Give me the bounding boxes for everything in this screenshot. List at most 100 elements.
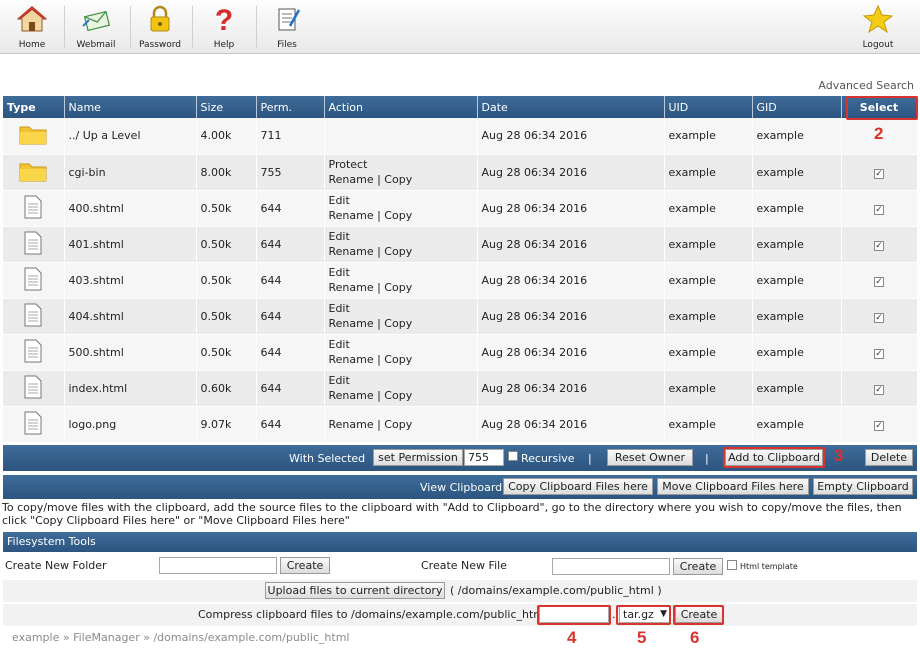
- select-checkbox[interactable]: ✓: [874, 420, 884, 431]
- header-perm[interactable]: Perm.: [256, 96, 325, 118]
- date-cell: Aug 28 06:34 2016: [477, 118, 665, 155]
- select-cell: ✓: [841, 190, 918, 227]
- action-rename-copy-link[interactable]: Rename | Copy: [329, 389, 413, 402]
- folder-icon[interactable]: [18, 126, 48, 149]
- select-checkbox[interactable]: ✓: [874, 204, 884, 215]
- select-checkbox[interactable]: ✓: [874, 312, 884, 323]
- date-cell: Aug 28 06:34 2016: [477, 226, 665, 263]
- clipboard-help-text: To copy/move files with the clipboard, a…: [2, 501, 902, 527]
- perm-link[interactable]: 644: [261, 418, 282, 431]
- action-rename-copy-link[interactable]: Rename | Copy: [329, 353, 413, 366]
- file-name-link[interactable]: 401.shtml: [69, 238, 124, 251]
- toolbar-help[interactable]: ? Help: [198, 0, 250, 54]
- file-name-link[interactable]: 403.shtml: [69, 274, 124, 287]
- file-icon[interactable]: [23, 195, 43, 222]
- header-gid[interactable]: GID: [752, 96, 842, 118]
- file-icon[interactable]: [23, 411, 43, 438]
- file-icon[interactable]: [23, 267, 43, 294]
- move-clipboard-files-button[interactable]: Move Clipboard Files here: [657, 478, 809, 495]
- perm-link[interactable]: 755: [261, 166, 282, 179]
- action-primary-link[interactable]: Protect: [329, 158, 368, 171]
- action-primary-link[interactable]: Edit: [329, 230, 350, 243]
- select-checkbox[interactable]: ✓: [874, 168, 884, 179]
- perm-link[interactable]: 644: [261, 202, 282, 215]
- action-rename-copy-link[interactable]: Rename | Copy: [329, 209, 413, 222]
- perm-link[interactable]: 644: [261, 274, 282, 287]
- star-icon: [862, 4, 894, 34]
- file-icon[interactable]: [23, 339, 43, 366]
- create-folder-input[interactable]: [159, 557, 277, 574]
- action-cell: Rename | Copy: [324, 406, 478, 443]
- file-icon[interactable]: [23, 231, 43, 258]
- select-checkbox[interactable]: ✓: [874, 384, 884, 395]
- table-header-row: Type Name Size Perm. Action Date UID GID…: [3, 96, 918, 118]
- toolbar-home[interactable]: Home: [8, 0, 56, 54]
- action-primary-link[interactable]: Edit: [329, 302, 350, 315]
- select-checkbox[interactable]: ✓: [874, 348, 884, 359]
- perm-cell: 644: [256, 370, 325, 407]
- file-name-link[interactable]: 400.shtml: [69, 202, 124, 215]
- toolbar-logout[interactable]: Logout: [850, 0, 906, 54]
- file-name-link[interactable]: ../ Up a Level: [69, 129, 141, 142]
- toolbar-webmail[interactable]: Webmail: [70, 0, 122, 54]
- create-row: Create New Folder Create Create New File…: [3, 554, 917, 578]
- perm-link[interactable]: 644: [261, 310, 282, 323]
- copy-clipboard-files-button[interactable]: Copy Clipboard Files here: [503, 478, 653, 495]
- file-name-link[interactable]: index.html: [69, 382, 128, 395]
- perm-link[interactable]: 644: [261, 238, 282, 251]
- html-template-checkbox[interactable]: [727, 560, 737, 570]
- type-cell: [3, 370, 65, 407]
- header-type[interactable]: Type: [3, 96, 65, 118]
- file-icon[interactable]: [23, 303, 43, 330]
- header-uid[interactable]: UID: [664, 96, 753, 118]
- file-name-link[interactable]: 500.shtml: [69, 346, 124, 359]
- folder-icon[interactable]: [18, 163, 48, 186]
- filesystem-tools-header: Filesystem Tools: [3, 532, 917, 552]
- reset-owner-button[interactable]: Reset Owner: [607, 449, 693, 466]
- breadcrumb-item[interactable]: example: [12, 631, 59, 644]
- select-checkbox[interactable]: ✓: [874, 276, 884, 287]
- action-primary-link[interactable]: Edit: [329, 374, 350, 387]
- action-rename-copy-link[interactable]: Rename | Copy: [329, 281, 413, 294]
- breadcrumb-item[interactable]: FileManager: [73, 631, 140, 644]
- perm-cell: 644: [256, 226, 325, 263]
- upload-files-button[interactable]: Upload files to current directory: [265, 582, 445, 599]
- file-name-link[interactable]: logo.png: [69, 418, 117, 431]
- header-size[interactable]: Size: [196, 96, 257, 118]
- advanced-search-link[interactable]: Advanced Search: [818, 79, 914, 92]
- file-name-link[interactable]: 404.shtml: [69, 310, 124, 323]
- create-file-button[interactable]: Create: [673, 558, 723, 575]
- file-name-link[interactable]: cgi-bin: [69, 166, 106, 179]
- action-primary-link[interactable]: Edit: [329, 266, 350, 279]
- header-name[interactable]: Name: [64, 96, 197, 118]
- permission-input[interactable]: 755: [464, 449, 504, 466]
- date-cell: Aug 28 06:34 2016: [477, 370, 665, 407]
- toolbar-password[interactable]: Password: [136, 0, 184, 54]
- header-date[interactable]: Date: [477, 96, 665, 118]
- perm-link[interactable]: 644: [261, 382, 282, 395]
- view-clipboard-link[interactable]: View Clipboard: [420, 481, 502, 494]
- set-permission-button[interactable]: set Permission: [373, 449, 463, 466]
- action-primary-link[interactable]: Edit: [329, 338, 350, 351]
- action-rename-copy-link[interactable]: Rename | Copy: [329, 317, 413, 330]
- empty-clipboard-button[interactable]: Empty Clipboard: [813, 478, 913, 495]
- delete-button[interactable]: Delete: [865, 449, 913, 466]
- date-cell: Aug 28 06:34 2016: [477, 298, 665, 335]
- select-checkbox[interactable]: ✓: [874, 240, 884, 251]
- file-icon[interactable]: [23, 375, 43, 402]
- action-primary-link[interactable]: Edit: [329, 194, 350, 207]
- action-rename-copy-link[interactable]: Rename | Copy: [329, 418, 413, 431]
- perm-link[interactable]: 711: [261, 129, 282, 142]
- create-folder-button[interactable]: Create: [280, 557, 330, 574]
- toolbar-files[interactable]: Files: [262, 0, 312, 54]
- create-file-input[interactable]: [552, 558, 670, 575]
- breadcrumb-item[interactable]: /domains/example.com/public_html: [153, 631, 349, 644]
- perm-link[interactable]: 644: [261, 346, 282, 359]
- action-rename-copy-link[interactable]: Rename | Copy: [329, 245, 413, 258]
- recursive-checkbox[interactable]: [508, 451, 518, 461]
- name-cell: ../ Up a Level: [64, 118, 197, 155]
- date-cell: Aug 28 06:34 2016: [477, 334, 665, 371]
- action-cell: Protect Rename | Copy: [324, 154, 478, 191]
- create-file-label: Create New File: [421, 559, 507, 572]
- action-rename-copy-link[interactable]: Rename | Copy: [329, 173, 413, 186]
